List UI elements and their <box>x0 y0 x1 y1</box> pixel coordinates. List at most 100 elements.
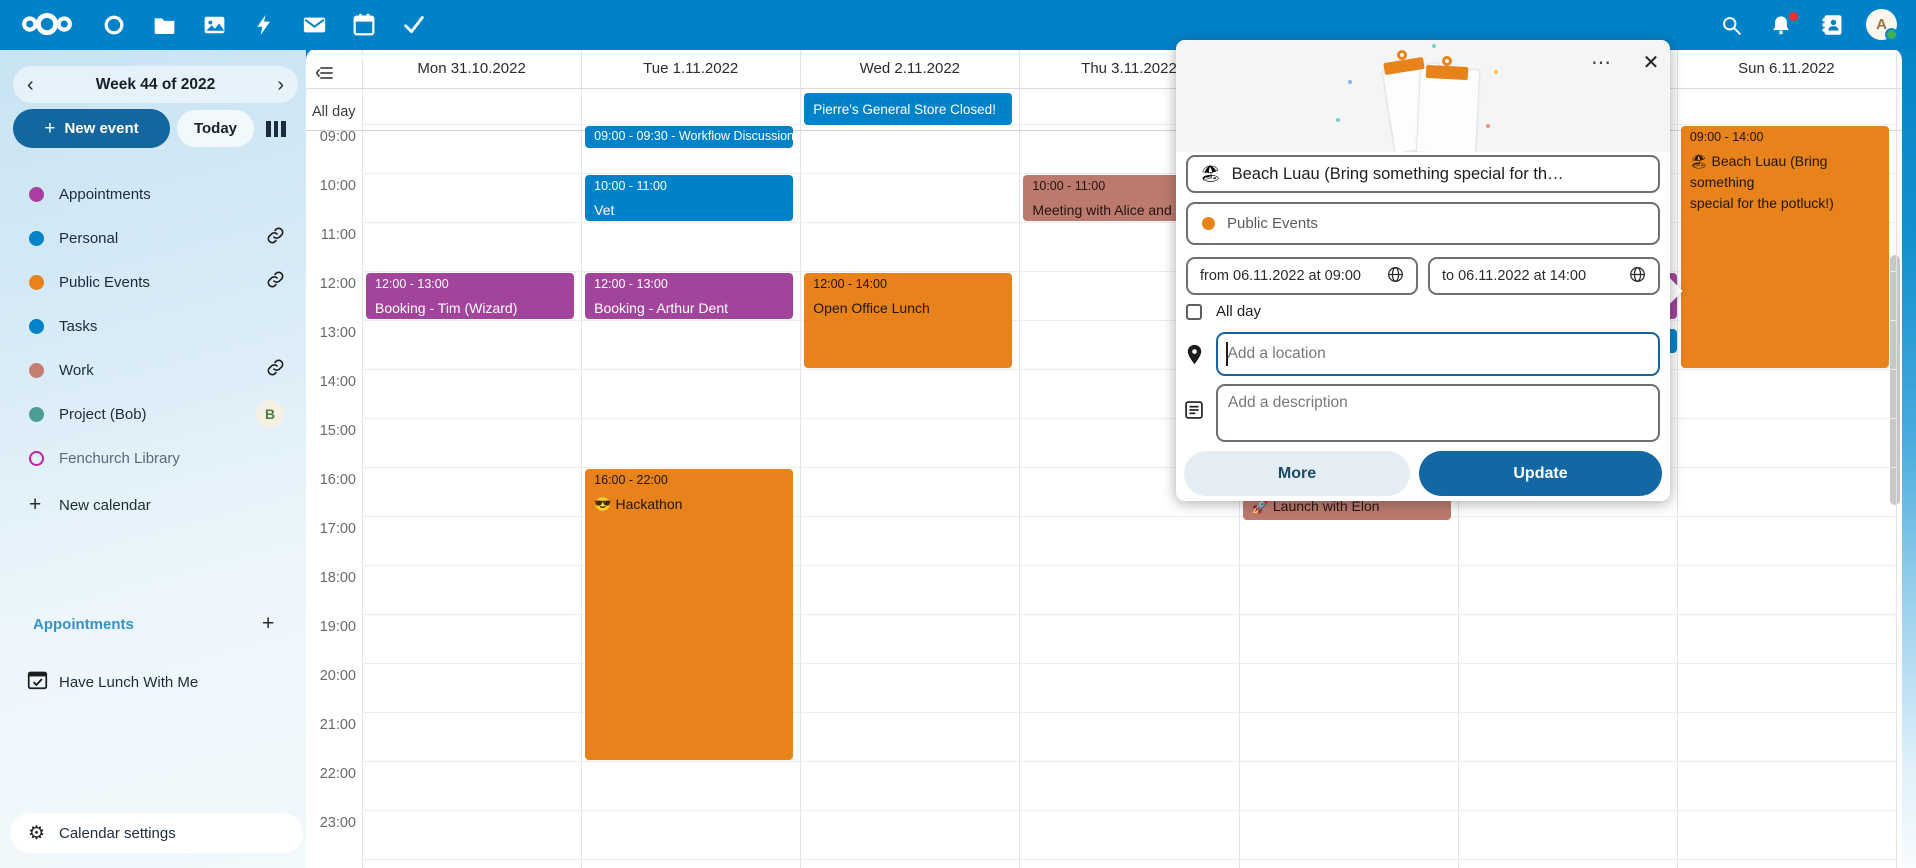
calendar-color-dot <box>29 407 44 422</box>
column-border <box>1677 48 1678 868</box>
all-day-checkbox[interactable]: All day <box>1186 303 1261 320</box>
files-folder-icon[interactable] <box>150 11 178 39</box>
calendar-name: Appointments <box>59 186 151 203</box>
calendar-event[interactable]: 09:00 - 14:00🏖 Beach Luau (Bring somethi… <box>1681 126 1889 368</box>
photos-icon[interactable] <box>200 11 228 39</box>
popup-more-options-icon[interactable]: ⋯ <box>1586 52 1616 78</box>
sidebar-calendar-personal[interactable]: Personal <box>0 216 306 260</box>
activity-lightning-icon[interactable] <box>250 11 278 39</box>
event-summary: 09:00 - 09:30 - Workflow Discussion <box>594 129 784 143</box>
calendar-event[interactable]: 12:00 - 14:00Open Office Lunch <box>804 273 1012 368</box>
share-link-icon[interactable] <box>266 358 285 382</box>
hour-label: 12:00 <box>310 276 356 292</box>
gear-icon: ⚙ <box>28 824 45 843</box>
new-calendar-button[interactable]: + New calendar <box>0 483 306 527</box>
end-datetime-value: to 06.11.2022 at 14:00 <box>1442 268 1586 284</box>
allday-event[interactable]: Pierre's General Store Closed! <box>804 93 1012 125</box>
calendar-name: Work <box>59 362 94 379</box>
calendar-name: Personal <box>59 230 118 247</box>
circle-app-icon[interactable] <box>100 11 128 39</box>
new-event-button[interactable]: + New event <box>13 109 170 148</box>
calendar-settings-button[interactable]: ⚙ Calendar settings <box>10 813 303 853</box>
event-title: Open Office Lunch <box>813 298 1003 319</box>
add-appointment-config-button[interactable]: + <box>262 612 274 636</box>
previous-week-button[interactable]: ‹ <box>27 75 34 95</box>
hour-label: 22:00 <box>310 766 356 782</box>
event-title-input[interactable]: 🏖 Beach Luau (Bring something special fo… <box>1186 155 1660 193</box>
share-link-icon[interactable] <box>266 270 285 294</box>
calendar-event[interactable]: 12:00 - 13:00Booking - Tim (Wizard) <box>366 273 574 319</box>
timezone-globe-icon[interactable] <box>1387 266 1404 287</box>
shared-by-avatar: B <box>256 400 284 428</box>
sidebar-calendar-public-events[interactable]: Public Events <box>0 260 306 304</box>
calendar-ring-icon <box>29 451 44 466</box>
tasks-check-icon[interactable] <box>400 11 428 39</box>
timezone-globe-icon[interactable] <box>1629 266 1646 287</box>
description-placeholder: Add a description <box>1228 394 1348 411</box>
clipboard-illustration <box>1366 52 1496 152</box>
day-header[interactable]: Sun 6.11.2022 <box>1677 60 1896 82</box>
event-time: 12:00 - 13:00 <box>375 277 565 291</box>
new-calendar-label: New calendar <box>59 497 151 514</box>
checkbox-box[interactable] <box>1186 304 1202 320</box>
description-textarea[interactable]: Add a description <box>1216 384 1660 442</box>
next-week-button[interactable]: › <box>277 75 284 95</box>
day-header[interactable]: Wed 2.11.2022 <box>800 60 1019 82</box>
calendar-picker[interactable]: Public Events <box>1186 202 1660 245</box>
collapse-week-icon[interactable] <box>316 66 333 85</box>
start-datetime-value: from 06.11.2022 at 09:00 <box>1200 268 1361 284</box>
all-day-checkbox-label: All day <box>1216 303 1261 320</box>
calendar-color-dot <box>29 363 44 378</box>
popup-close-icon[interactable]: ✕ <box>1636 50 1666 78</box>
sidebar-calendar-work[interactable]: Work <box>0 348 306 392</box>
mail-icon[interactable] <box>300 11 328 39</box>
hour-label: 20:00 <box>310 668 356 684</box>
calendar-event[interactable]: 09:00 - 09:30 - Workflow Discussion <box>585 126 793 148</box>
location-placeholder: Add a location <box>1228 345 1326 363</box>
start-datetime-field[interactable]: from 06.11.2022 at 09:00 <box>1186 257 1418 295</box>
calendar-event[interactable]: 16:00 - 22:00😎 Hackathon <box>585 469 793 760</box>
user-status-dot <box>1885 28 1898 41</box>
end-datetime-field[interactable]: to 06.11.2022 at 14:00 <box>1428 257 1660 295</box>
nextcloud-logo-icon[interactable] <box>16 10 78 38</box>
calendar-check-icon <box>27 669 48 695</box>
event-time: 16:00 - 22:00 <box>594 473 784 487</box>
hour-gridline <box>362 810 1896 811</box>
hour-label: 09:00 <box>310 129 356 145</box>
event-time: 12:00 - 13:00 <box>594 277 784 291</box>
day-header[interactable]: Mon 31.10.2022 <box>362 60 581 82</box>
calendar-name: Tasks <box>59 318 97 335</box>
share-link-icon[interactable] <box>266 226 285 250</box>
beach-umbrella-emoji: 🏖 <box>1200 164 1222 184</box>
sidebar-calendar-project-bob-[interactable]: Project (Bob)B <box>0 392 306 436</box>
notification-badge-dot <box>1789 12 1798 21</box>
view-columns-icon[interactable] <box>266 121 286 137</box>
sidebar-calendar-appointments[interactable]: Appointments <box>0 172 306 216</box>
all-day-label: All day <box>312 104 356 120</box>
appointment-config-item[interactable]: Have Lunch With Me <box>0 660 306 704</box>
more-button[interactable]: More <box>1184 451 1410 496</box>
hour-gridline <box>362 859 1896 860</box>
calendar-event[interactable]: 10:00 - 11:00Vet <box>585 175 793 221</box>
contacts-book-icon[interactable] <box>1818 10 1848 40</box>
update-button[interactable]: Update <box>1419 451 1662 496</box>
calendar-name: Public Events <box>59 274 150 291</box>
calendar-event[interactable]: 12:00 - 13:00Booking - Arthur Dent <box>585 273 793 319</box>
search-icon[interactable] <box>1716 10 1746 40</box>
hour-label: 23:00 <box>310 815 356 831</box>
calendar-app-icon[interactable] <box>350 11 378 39</box>
location-input[interactable]: Add a location <box>1216 332 1660 376</box>
location-pin-icon <box>1182 342 1206 366</box>
event-time: 09:00 - 14:00 <box>1690 130 1880 144</box>
sidebar-calendar-tasks[interactable]: Tasks <box>0 304 306 348</box>
event-title-value: Beach Luau (Bring something special for … <box>1232 165 1564 184</box>
appointments-section-title: Appointments <box>33 616 134 633</box>
active-app-indicator <box>354 55 374 59</box>
nextcloud-calendar-app: A All day Mon 31.10.2022Tue 1.11.2022Wed… <box>0 0 1916 868</box>
today-button[interactable]: Today <box>177 110 254 147</box>
day-header[interactable]: Tue 1.11.2022 <box>581 60 800 82</box>
column-border <box>362 48 363 868</box>
sidebar-calendar-fenchurch-library[interactable]: Fenchurch Library <box>0 436 306 480</box>
hour-label: 19:00 <box>310 619 356 635</box>
column-border <box>1896 48 1897 868</box>
